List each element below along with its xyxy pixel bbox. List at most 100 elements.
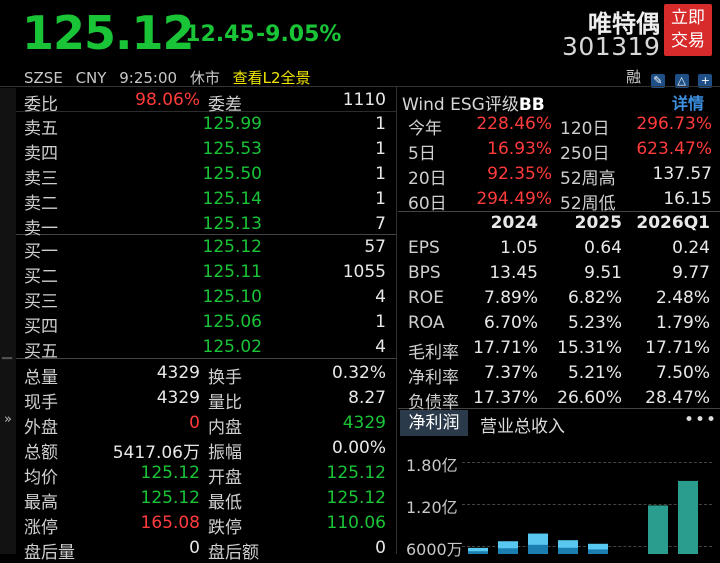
- net-profit-chart: [468, 480, 698, 554]
- perf-label: 20日: [408, 169, 447, 189]
- fin-label: ROE: [408, 288, 444, 308]
- stat-value: 4329: [342, 413, 386, 433]
- stat-label: 总量: [24, 368, 58, 388]
- perf-label: 120日: [560, 119, 610, 139]
- tab-net-profit[interactable]: 净利润: [400, 410, 468, 436]
- scroll-indicator: ▁: [2, 345, 12, 360]
- quote-info-line: SZSE CNY 9:25:00 休市 查看L2全景: [24, 67, 319, 88]
- fin-value: 15.31%: [557, 338, 622, 358]
- asks-row[interactable]: 卖三 125.50 1: [24, 162, 390, 189]
- stat-value: 0: [375, 538, 386, 558]
- perf-value: 294.49%: [476, 189, 552, 209]
- fin-value: 7.50%: [655, 363, 710, 383]
- bar: [678, 480, 698, 554]
- bids-volume: 4: [375, 337, 386, 357]
- bids-volume: 1055: [342, 262, 386, 282]
- fin-value: 6.82%: [567, 288, 622, 308]
- fin-label: ROA: [408, 313, 445, 333]
- bids-price: 125.10: [202, 287, 262, 307]
- trade-now-button[interactable]: 立即 交易: [664, 4, 712, 56]
- fin-label: 净利率: [408, 368, 459, 388]
- stat-value: 0.00%: [331, 438, 386, 458]
- fin-value: 28.47%: [645, 388, 710, 408]
- bids-row[interactable]: 买四 125.06 1: [24, 310, 390, 337]
- stat-label: 量比: [208, 393, 242, 413]
- fin-header-row: 2024 2025 2026Q1: [408, 211, 712, 236]
- stat-value: 4329: [156, 388, 200, 408]
- asks-label: 卖四: [24, 144, 58, 164]
- asks-price: 125.14: [202, 189, 262, 209]
- more-icon[interactable]: •••: [684, 410, 717, 430]
- fin-value: 5.23%: [567, 313, 622, 333]
- toolbar: 融 ✎ △ +: [626, 66, 713, 88]
- performance-row: 20日 92.35% 52周高 137.57: [408, 162, 712, 189]
- stat-label: 现手: [24, 393, 58, 413]
- perf-label: 5日: [408, 144, 436, 164]
- performance-row: 60日 294.49% 52周低 16.15: [408, 187, 712, 214]
- bids-volume: 4: [375, 287, 386, 307]
- fin-value: 1.79%: [655, 313, 710, 333]
- collapse-strip[interactable]: [0, 88, 16, 554]
- stat-value: 8.27: [348, 388, 386, 408]
- asks-label: 卖二: [24, 194, 58, 214]
- stat-row: 总量 4329 换手 0.32%: [24, 361, 390, 388]
- perf-label: 250日: [560, 144, 610, 164]
- bids-volume: 57: [364, 237, 386, 257]
- stat-label: 开盘: [208, 468, 242, 488]
- fin-value: 17.71%: [473, 338, 538, 358]
- asks-label: 卖三: [24, 169, 58, 189]
- bids-label: 买三: [24, 292, 58, 312]
- trade-button-line1: 立即: [671, 8, 705, 28]
- stat-label: 盘后量: [24, 543, 75, 563]
- l2-panorama-link[interactable]: 查看L2全景: [233, 69, 311, 87]
- stat-label: 盘后额: [208, 543, 259, 563]
- bids-row[interactable]: 买一 125.12 57: [24, 235, 390, 262]
- asks-label: 卖五: [24, 119, 58, 139]
- last-price: 125.12: [22, 6, 195, 60]
- asks-volume: 1: [375, 189, 386, 209]
- bids-row[interactable]: 买三 125.10 4: [24, 285, 390, 312]
- stat-label: 总额: [24, 443, 58, 463]
- stock-code: 301319: [562, 32, 661, 61]
- bids-volume: 1: [375, 312, 386, 332]
- asks-row[interactable]: 卖四 125.53 1: [24, 137, 390, 164]
- stat-label: 最高: [24, 493, 58, 513]
- price-change-pct: -9.05%: [256, 22, 342, 47]
- fin-row: ROE 7.89% 6.82% 2.48%: [408, 286, 712, 311]
- bids-price: 125.11: [202, 262, 262, 282]
- stat-label: 外盘: [24, 418, 58, 438]
- stat-row: 外盘 0 内盘 4329: [24, 411, 390, 438]
- perf-value: 228.46%: [476, 114, 552, 134]
- asks-volume: 7: [375, 214, 386, 234]
- stat-row: 盘后量 0 盘后额 0: [24, 536, 390, 563]
- bar: [648, 505, 668, 554]
- perf-value: 137.57: [652, 164, 712, 184]
- fin-value: 26.60%: [557, 388, 622, 408]
- expand-arrow-icon[interactable]: »: [4, 412, 12, 427]
- performance-row: 今年 228.46% 120日 296.73%: [408, 112, 712, 139]
- stat-value: 0: [189, 538, 200, 558]
- bids-row[interactable]: 买二 125.11 1055: [24, 260, 390, 287]
- asks-row[interactable]: 卖五 125.99 1: [24, 112, 390, 139]
- price-change: -12.45: [176, 22, 255, 47]
- bids-label: 买一: [24, 242, 58, 262]
- asks-volume: 1: [375, 114, 386, 134]
- fin-row: ROA 6.70% 5.23% 1.79%: [408, 311, 712, 336]
- margin-label: 融: [626, 68, 642, 86]
- bar-segment: [498, 548, 518, 554]
- fin-value: 17.37%: [473, 388, 538, 408]
- asks-row[interactable]: 卖一 125.13 7: [24, 212, 390, 239]
- asks-row[interactable]: 卖二 125.14 1: [24, 187, 390, 214]
- perf-label: 今年: [408, 119, 442, 139]
- fin-value: 2.48%: [655, 288, 710, 308]
- stat-value: 0: [189, 413, 200, 433]
- detail-link[interactable]: 详情: [672, 90, 704, 114]
- weicha-value: 1110: [342, 90, 386, 110]
- tab-total-revenue[interactable]: 营业总收入: [480, 412, 565, 437]
- bids-row[interactable]: 买五 125.02 4: [24, 335, 390, 362]
- fin-row: 净利率 7.37% 5.21% 7.50%: [408, 361, 712, 388]
- currency: CNY: [75, 69, 107, 87]
- asks-price: 125.99: [202, 114, 262, 134]
- fin-row: EPS 1.05 0.64 0.24: [408, 236, 712, 261]
- stat-value: 125.12: [326, 463, 386, 483]
